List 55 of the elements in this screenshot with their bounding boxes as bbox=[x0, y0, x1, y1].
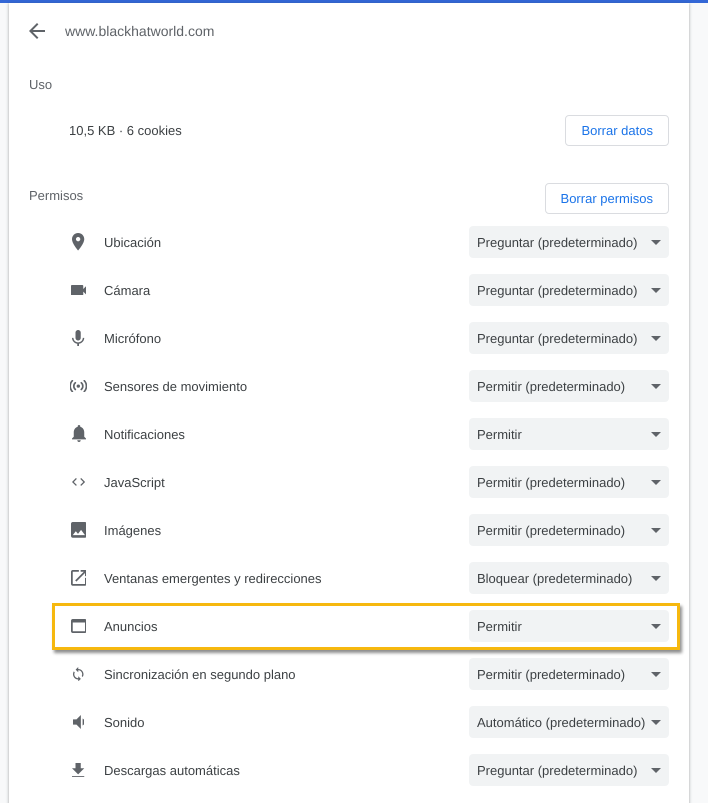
caret-icon bbox=[651, 528, 661, 532]
site-title: www.blackhatworld.com bbox=[65, 23, 214, 39]
permission-dropdown[interactable]: Permitir (predeterminado) bbox=[469, 370, 669, 402]
image-icon bbox=[70, 522, 86, 538]
permission-label: Ubicación bbox=[104, 234, 162, 250]
permission-label: Micrófono bbox=[104, 330, 162, 346]
caret-icon bbox=[651, 768, 661, 772]
permission-dropdown[interactable]: Preguntar (predeterminado) bbox=[469, 226, 669, 258]
permission-dropdown[interactable]: Permitir bbox=[469, 610, 669, 642]
download-icon bbox=[72, 762, 85, 778]
permission-label: Sincronización en segundo plano bbox=[104, 666, 297, 682]
video-camera-icon bbox=[70, 284, 86, 296]
section-heading: Permisos bbox=[29, 188, 84, 202]
permission-dropdown[interactable]: Bloquear (predeterminado) bbox=[469, 562, 669, 594]
permission-label: Ventanas emergentes y redirecciones bbox=[104, 570, 323, 586]
caret-icon bbox=[651, 432, 661, 436]
permission-dropdown[interactable]: Preguntar (predeterminado) bbox=[469, 322, 669, 354]
permission-label: Descargas automáticas bbox=[104, 762, 241, 778]
usage-summary: 10,5 KB · 6 cookies bbox=[69, 122, 182, 138]
sync-arrows-icon bbox=[73, 666, 84, 682]
caret-icon bbox=[651, 288, 661, 292]
caret-icon bbox=[651, 480, 661, 484]
permission-dropdown[interactable]: Permitir (predeterminado) bbox=[469, 514, 669, 546]
sensor-waves-icon bbox=[70, 380, 87, 392]
reset-permissions-button[interactable]: Borrar permisos bbox=[544, 182, 669, 214]
permission-dropdown[interactable]: Preguntar (predeterminado) bbox=[469, 754, 669, 786]
microphone-icon bbox=[72, 330, 85, 346]
permission-dropdown[interactable]: Permitir bbox=[469, 418, 669, 450]
caret-icon bbox=[651, 624, 661, 628]
permission-dropdown[interactable]: Preguntar (predeterminado) bbox=[469, 274, 669, 306]
caret-icon bbox=[651, 240, 661, 244]
clear-data-button[interactable]: Borrar datos bbox=[565, 114, 669, 146]
bell-icon bbox=[72, 425, 86, 443]
permission-label: Sensores de movimiento bbox=[104, 378, 248, 394]
external-link-icon bbox=[70, 570, 86, 586]
permission-dropdown[interactable]: Permitir (predeterminado) bbox=[469, 466, 669, 498]
caret-icon bbox=[651, 384, 661, 388]
caret-icon bbox=[651, 672, 661, 676]
caret-icon bbox=[651, 336, 661, 340]
permission-label: Notificaciones bbox=[104, 426, 186, 442]
caret-icon bbox=[651, 576, 661, 580]
permission-label: Imágenes bbox=[104, 522, 162, 538]
permission-dropdown[interactable]: Permitir (predeterminado) bbox=[469, 658, 669, 690]
back-arrow-icon[interactable] bbox=[29, 23, 45, 39]
permission-dropdown[interactable]: Automático (predeterminado) bbox=[469, 706, 669, 738]
permission-label: JavaScript bbox=[104, 474, 166, 490]
permission-label: Cámara bbox=[104, 282, 152, 298]
caret-icon bbox=[651, 720, 661, 724]
browser-window-icon bbox=[70, 619, 86, 633]
permission-label: Sonido bbox=[104, 714, 146, 730]
code-brackets-icon bbox=[72, 478, 86, 486]
speaker-icon bbox=[72, 715, 84, 729]
section-heading: Uso bbox=[29, 76, 52, 92]
permission-label: Anuncios bbox=[104, 618, 158, 634]
location-pin-icon bbox=[72, 233, 85, 251]
